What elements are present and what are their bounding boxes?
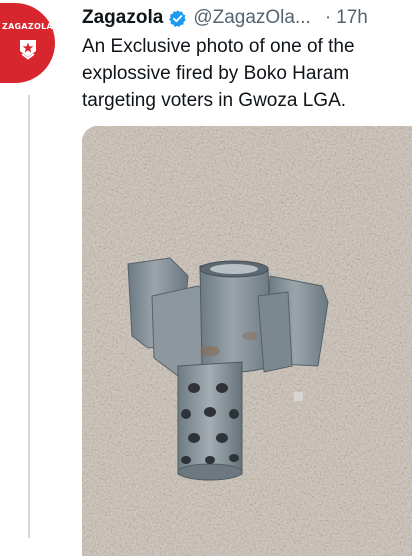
tweet-header: Zagazola @ZagazOla... · 17h	[82, 6, 412, 30]
avatar[interactable]: ZAGAZOLA	[0, 3, 55, 83]
tweet-text: An Exclusive photo of one of the exploss…	[82, 36, 355, 111]
star-badge-icon	[20, 40, 36, 60]
avatar-logo-text: ZAGAZOLA	[1, 22, 54, 31]
verified-badge-icon	[169, 9, 187, 27]
tweet-photo[interactable]	[82, 126, 412, 556]
author-handle[interactable]: @ZagazOla...	[193, 7, 311, 29]
author-name[interactable]: Zagazola	[82, 7, 163, 29]
thread-line	[28, 95, 30, 538]
separator-dot: ·	[324, 7, 332, 28]
photo-explosive-fin-on-gravel	[82, 126, 412, 556]
tweet-timestamp[interactable]: 17h	[336, 7, 368, 29]
